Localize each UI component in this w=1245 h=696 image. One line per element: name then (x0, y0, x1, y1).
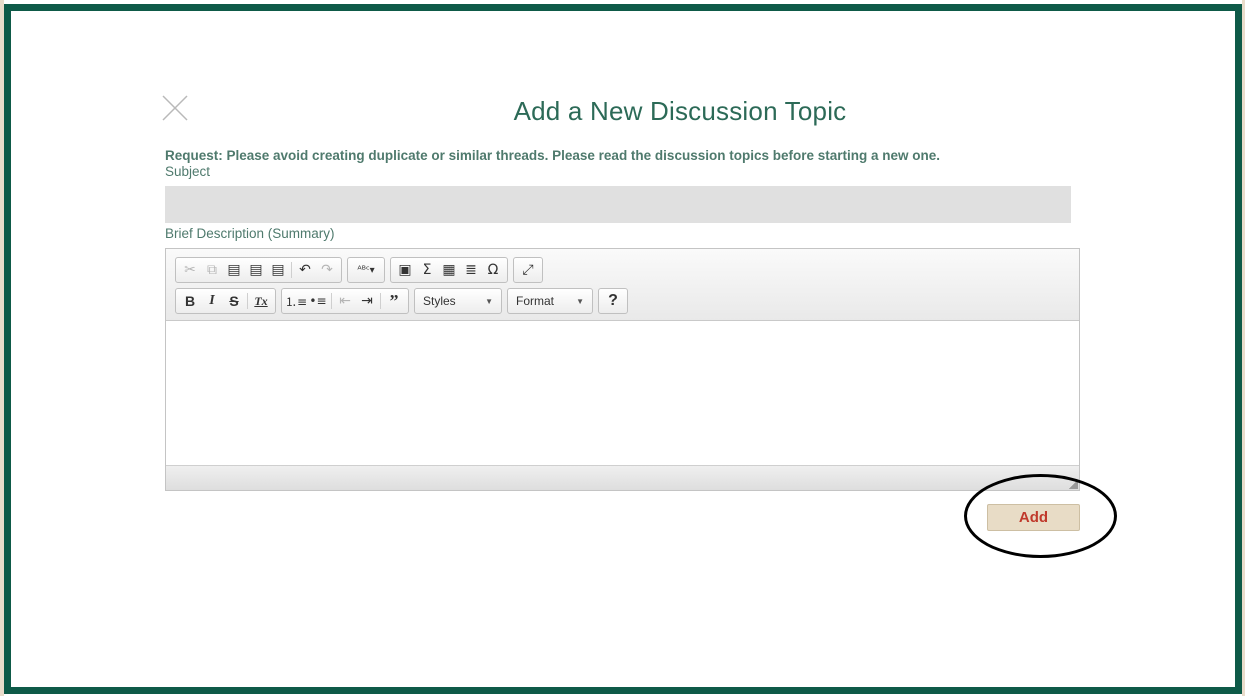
maximize-icon[interactable]: ⤢ (517, 259, 539, 281)
clipboard-group: ✂ ⧉ ▤ ▤ ▤ ↶ ↷ (175, 257, 342, 283)
toolbar-row-1: ✂ ⧉ ▤ ▤ ▤ ↶ ↷ ᴬᴮᶜ▾ ▣ Σ ▦ ≣ Ω ⤢ (175, 257, 548, 283)
spellcheck-icon[interactable]: ᴬᴮᶜ▾ (351, 259, 381, 281)
toolbar-separator (291, 262, 292, 278)
strike-icon[interactable]: S (223, 290, 245, 312)
styles-dropdown[interactable]: Styles ▼ (414, 288, 502, 314)
dialog-title: Add a New Discussion Topic (513, 96, 847, 126)
rich-text-editor: ✂ ⧉ ▤ ▤ ▤ ↶ ↷ ᴬᴮᶜ▾ ▣ Σ ▦ ≣ Ω ⤢ B I S Tx … (165, 248, 1080, 491)
outdent-icon[interactable]: ⇤ (334, 290, 356, 312)
format-dropdown-label: Format (516, 294, 555, 308)
request-note: Request: Please avoid creating duplicate… (165, 148, 940, 163)
close-icon[interactable] (160, 93, 190, 123)
remove-format-icon[interactable]: Tx (250, 290, 272, 312)
subject-input[interactable] (165, 186, 1071, 223)
undo-icon[interactable]: ↶ (294, 259, 316, 281)
paste-text-icon[interactable]: ▤ (245, 259, 267, 281)
toolbar-separator (331, 293, 332, 309)
bulleted-list-icon[interactable]: •≡ (307, 290, 329, 312)
paste-icon[interactable]: ▤ (223, 259, 245, 281)
chevron-down-icon: ▼ (485, 296, 493, 306)
copy-icon[interactable]: ⧉ (201, 259, 223, 281)
toolbar-row-2: B I S Tx ⒈≡ •≡ ⇤ ⇥ ” Styles ▼ Format ▼ ? (175, 288, 628, 314)
basic-styles-group: B I S Tx (175, 288, 276, 314)
help-button[interactable]: ? (598, 288, 628, 314)
close-icon-svg (162, 95, 188, 121)
paragraph-group: ⒈≡ •≡ ⇤ ⇥ ” (281, 288, 409, 314)
resize-grip-icon[interactable] (1068, 479, 1078, 489)
toolbar-separator (380, 293, 381, 309)
image-icon[interactable]: ▣ (394, 259, 416, 281)
math-icon[interactable]: Σ (416, 259, 438, 281)
insert-group: ▣ Σ ▦ ≣ Ω (390, 257, 508, 283)
table-icon[interactable]: ▦ (438, 259, 460, 281)
editor-content-area[interactable] (166, 321, 1079, 465)
paste-word-icon[interactable]: ▤ (267, 259, 289, 281)
editor-toolbar: ✂ ⧉ ▤ ▤ ▤ ↶ ↷ ᴬᴮᶜ▾ ▣ Σ ▦ ≣ Ω ⤢ B I S Tx … (166, 249, 1079, 321)
redo-icon[interactable]: ↷ (316, 259, 338, 281)
cut-icon[interactable]: ✂ (179, 259, 201, 281)
subject-label: Subject (165, 164, 211, 179)
editor-footer (166, 465, 1079, 490)
format-dropdown[interactable]: Format ▼ (507, 288, 593, 314)
description-label: Brief Description (Summary) (165, 226, 335, 241)
spellcheck-group: ᴬᴮᶜ▾ (347, 257, 385, 283)
special-char-icon[interactable]: Ω (482, 259, 504, 281)
styles-dropdown-label: Styles (423, 294, 456, 308)
toolbar-separator (247, 293, 248, 309)
horizontal-line-icon[interactable]: ≣ (460, 259, 482, 281)
view-group: ⤢ (513, 257, 543, 283)
chevron-down-icon: ▼ (576, 296, 584, 306)
blockquote-icon[interactable]: ” (383, 290, 405, 312)
add-button[interactable]: Add (987, 504, 1080, 531)
numbered-list-icon[interactable]: ⒈≡ (285, 290, 307, 312)
italic-icon[interactable]: I (201, 290, 223, 312)
indent-icon[interactable]: ⇥ (356, 290, 378, 312)
bold-icon[interactable]: B (179, 290, 201, 312)
